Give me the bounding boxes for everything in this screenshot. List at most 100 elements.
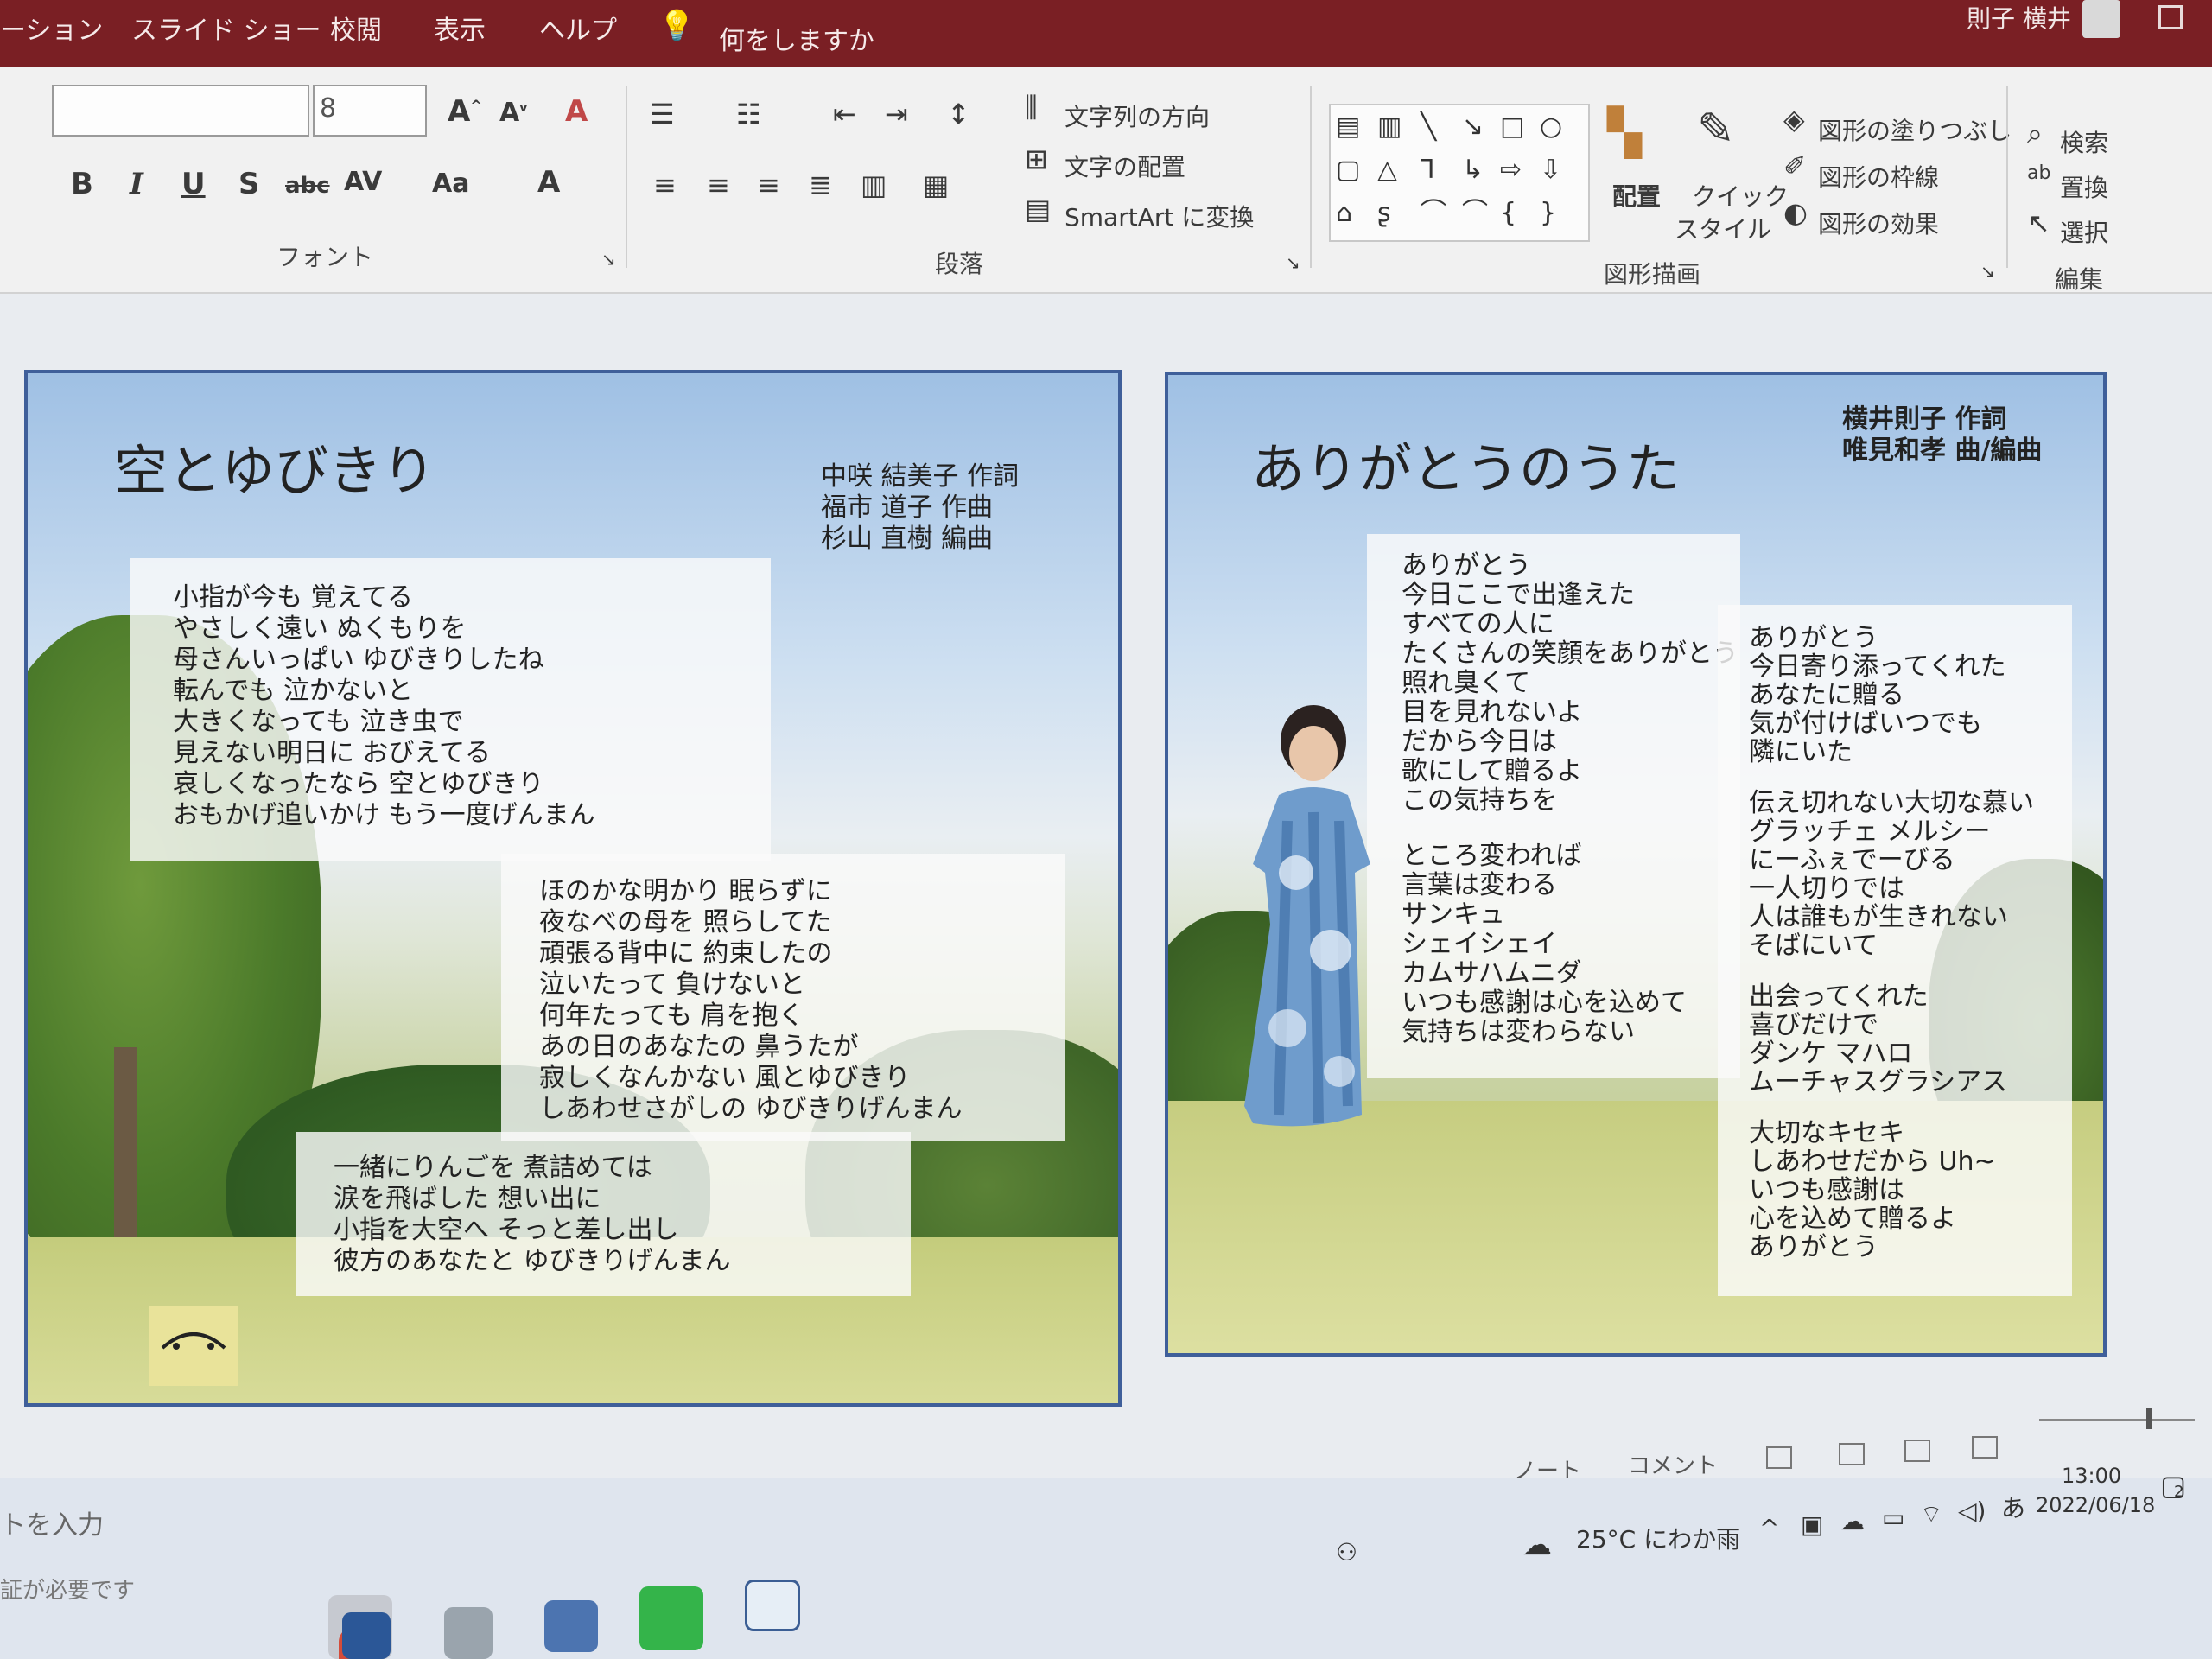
rounded-rect-shape-icon[interactable]: ▢ bbox=[1336, 157, 1360, 183]
window-app-icon[interactable] bbox=[745, 1580, 800, 1631]
justify-icon[interactable]: ≣ bbox=[809, 171, 832, 199]
replace-button[interactable]: 置換 bbox=[2060, 169, 2108, 204]
credits[interactable]: 横井則子 作詞 唯見和孝 曲/編曲 bbox=[1842, 404, 2042, 467]
line-app-icon[interactable] bbox=[639, 1586, 703, 1650]
search-icon[interactable]: ⌕ bbox=[2027, 119, 2043, 147]
textbox-shape-icon[interactable]: ▤ bbox=[1336, 114, 1360, 140]
replace-icon[interactable]: ab bbox=[2027, 164, 2050, 183]
font-name-box[interactable] bbox=[52, 85, 309, 137]
align-center-icon[interactable]: ≡ bbox=[707, 171, 730, 199]
shape-effects-icon[interactable]: ◐ bbox=[1783, 199, 1808, 226]
increase-indent-icon[interactable]: ⇥ bbox=[885, 100, 908, 128]
strikethrough-icon[interactable]: abc bbox=[285, 175, 330, 197]
grow-font-icon[interactable]: A^ bbox=[448, 97, 482, 126]
shrink-font-icon[interactable]: Av bbox=[499, 100, 527, 126]
rectangle-shape-icon[interactable]: □ bbox=[1500, 114, 1524, 140]
arrange-icon[interactable]: ▚ bbox=[1607, 111, 1642, 156]
reading-view-button[interactable] bbox=[1904, 1440, 1930, 1462]
numbering-icon[interactable]: ☷ bbox=[736, 100, 761, 128]
menu-animations[interactable]: ーション bbox=[0, 9, 103, 47]
bold-icon[interactable]: B bbox=[71, 169, 93, 199]
arc-shape-icon[interactable]: ⌒ bbox=[1421, 200, 1446, 226]
lightbulb-icon[interactable]: 💡 bbox=[658, 9, 695, 43]
restore-window-button[interactable] bbox=[2158, 5, 2183, 29]
quick-styles-label-1[interactable]: クイック bbox=[1692, 178, 1789, 213]
align-text-button[interactable]: 文字の配置 bbox=[1065, 149, 1185, 183]
font-color-icon[interactable]: A bbox=[537, 168, 560, 197]
font-size-box[interactable]: 8 bbox=[313, 85, 427, 137]
verse-1-box[interactable]: ありがとう 今日ここで出逢えた すべての人に たくさんの笑顔をありがとう 照れ臭… bbox=[1367, 534, 1740, 1078]
down-arrow-shape-icon[interactable]: ⇩ bbox=[1540, 157, 1561, 183]
smartart-icon[interactable]: ▤ bbox=[1025, 195, 1051, 223]
singer-photo[interactable] bbox=[1192, 700, 1417, 1149]
arrow-line-shape-icon[interactable]: ↘ bbox=[1462, 114, 1484, 140]
freeform-shape-icon[interactable]: ⌂ bbox=[1336, 200, 1352, 226]
clock-time[interactable]: 13:00 bbox=[2062, 1464, 2121, 1488]
taskbar-search-input[interactable]: トを入力 bbox=[0, 1503, 104, 1541]
battery-icon[interactable]: ▭ bbox=[1882, 1503, 1904, 1532]
quick-styles-icon[interactable]: ✎ bbox=[1697, 107, 1735, 152]
quick-styles-label-2[interactable]: スタイル bbox=[1675, 211, 1771, 245]
elbow-connector-shape-icon[interactable]: ⅂ bbox=[1421, 157, 1435, 183]
verse-1-box[interactable]: 小指が今も 覚えてる やさしく遠い ぬくもりを 母さんいっぱい ゆびきりしたね … bbox=[130, 558, 771, 861]
shape-fill-button[interactable]: 図形の塗りつぶし bbox=[1818, 112, 2012, 147]
elbow-arrow-shape-icon[interactable]: ↳ bbox=[1462, 157, 1484, 183]
chevron-up-icon[interactable]: ^ bbox=[1759, 1514, 1779, 1542]
menu-slideshow[interactable]: スライド ショー bbox=[131, 9, 321, 47]
align-right-icon[interactable]: ≡ bbox=[757, 171, 780, 199]
underline-icon[interactable]: U bbox=[181, 169, 206, 199]
logo-badge[interactable] bbox=[149, 1306, 238, 1386]
people-icon[interactable]: ⚇ bbox=[1336, 1538, 1357, 1567]
select-button[interactable]: 選択 bbox=[2060, 214, 2108, 249]
volume-icon[interactable]: ◁) bbox=[1958, 1497, 1986, 1525]
wifi-icon[interactable]: ⌔ bbox=[1920, 1500, 1942, 1530]
vertical-textbox-shape-icon[interactable]: ▥ bbox=[1377, 114, 1402, 140]
menu-review[interactable]: 校閲 bbox=[330, 9, 382, 47]
slide-title[interactable]: ありがとうのうた bbox=[1251, 425, 1680, 503]
triangle-shape-icon[interactable]: △ bbox=[1377, 157, 1397, 183]
distributed-icon[interactable]: ▥ bbox=[861, 171, 887, 199]
cursor-icon[interactable]: ↖ bbox=[2027, 209, 2050, 237]
align-left-icon[interactable]: ≡ bbox=[653, 171, 677, 199]
tell-me-search[interactable]: 何をしますか bbox=[719, 19, 874, 57]
right-arrow-shape-icon[interactable]: ⇨ bbox=[1500, 157, 1522, 183]
oval-shape-icon[interactable]: ○ bbox=[1540, 114, 1562, 140]
italic-icon[interactable]: I bbox=[130, 169, 143, 199]
menu-view[interactable]: 表示 bbox=[434, 9, 486, 47]
shape-outline-button[interactable]: 図形の枠線 bbox=[1818, 159, 1939, 194]
shape-effects-button[interactable]: 図形の効果 bbox=[1818, 206, 1939, 240]
notepad-app-icon[interactable] bbox=[444, 1607, 493, 1659]
fill-bucket-icon[interactable]: ◈ bbox=[1783, 105, 1805, 133]
weather-widget[interactable]: 25°C にわか雨 bbox=[1576, 1521, 1740, 1555]
menu-help[interactable]: ヘルプ bbox=[539, 9, 617, 47]
decrease-indent-icon[interactable]: ⇤ bbox=[833, 100, 856, 128]
scribble-shape-icon[interactable]: ʂ bbox=[1377, 200, 1391, 226]
line-shape-icon[interactable]: ╲ bbox=[1421, 114, 1436, 140]
ime-indicator[interactable]: あ bbox=[2001, 1490, 2025, 1524]
paragraph-dialog-launcher-icon[interactable]: ↘ bbox=[1286, 254, 1300, 271]
line-spacing-icon[interactable]: ↕ bbox=[947, 100, 970, 128]
curve-shape-icon[interactable]: ⌒ bbox=[1462, 200, 1488, 226]
clock-date[interactable]: 2022/06/18 bbox=[2036, 1493, 2155, 1517]
slide-title[interactable]: 空とゆびきり bbox=[114, 427, 435, 505]
verse-2-box[interactable]: ありがとう 今日寄り添ってくれた あなたに贈る 気が付けばいつでも 隣にいた 伝… bbox=[1718, 605, 2072, 1296]
outline-pen-icon[interactable]: ✐ bbox=[1783, 152, 1807, 180]
meet-now-icon[interactable]: ▣ bbox=[1801, 1510, 1823, 1539]
char-spacing-icon[interactable]: AV bbox=[344, 169, 382, 195]
zoom-slider[interactable] bbox=[2039, 1419, 2195, 1421]
slideshow-view-button[interactable] bbox=[1972, 1436, 1998, 1459]
bullets-icon[interactable]: ☰ bbox=[650, 100, 675, 128]
left-brace-shape-icon[interactable]: { bbox=[1500, 200, 1516, 226]
shapes-gallery[interactable]: ▤ ▥ ╲ ↘ □ ○ ▢ △ ⅂ ↳ ⇨ ⇩ ⌂ ʂ ⌒ ⌒ { } bbox=[1329, 104, 1590, 242]
verse-2-box[interactable]: ほのかな明かり 眠らずに 夜なべの母を 照らしてた 頑張る背中に 約束したの 泣… bbox=[501, 854, 1065, 1141]
slide-sorter-button[interactable] bbox=[1839, 1443, 1865, 1465]
font-dialog-launcher-icon[interactable]: ↘ bbox=[601, 251, 616, 268]
align-text-icon[interactable]: ⊞ bbox=[1025, 145, 1048, 173]
shadow-icon[interactable]: S bbox=[238, 169, 260, 199]
find-button[interactable]: 検索 bbox=[2060, 124, 2108, 159]
text-direction-icon[interactable]: ⫼ bbox=[1025, 93, 1038, 121]
change-case-icon[interactable]: Aa bbox=[432, 171, 469, 197]
word-app-icon[interactable] bbox=[342, 1612, 391, 1659]
comments-button[interactable]: コメント bbox=[1628, 1448, 1718, 1480]
zoom-slider-thumb[interactable] bbox=[2146, 1408, 2152, 1429]
